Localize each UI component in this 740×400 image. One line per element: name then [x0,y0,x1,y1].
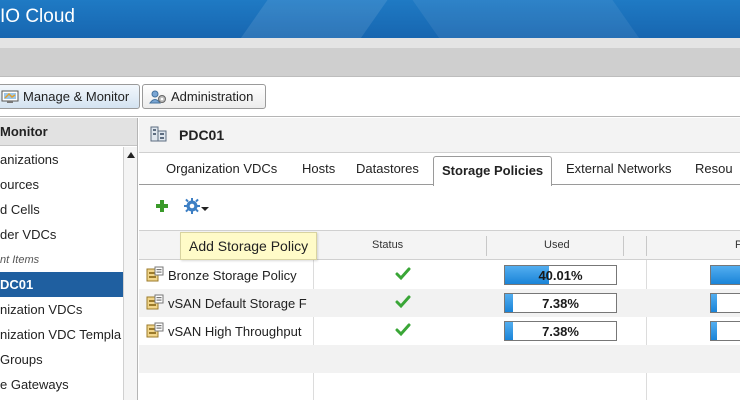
left-nav-item[interactable]: nization VDC Templa [0,322,124,347]
status-ok-icon [395,266,411,282]
app-header: IO Cloud [0,0,740,38]
chevron-down-icon [201,200,209,215]
left-nav-section-label: nt Items [0,253,40,266]
left-nav-item[interactable]: Groups [0,347,124,372]
tab-datastores[interactable]: Datastores [356,161,419,176]
left-navigation-panel: Monitor anizations ources d Cells der VD… [0,118,138,400]
add-storage-policy-button[interactable] [155,199,169,216]
column-header-status[interactable]: Status [372,239,403,251]
status-ok-icon [395,294,411,310]
header-decoration [398,0,662,38]
actions-menu-button[interactable] [183,197,209,218]
left-nav-list: anizations ources d Cells der VDCs nt It… [0,147,124,397]
left-panel-header: Monitor [0,118,137,146]
column-header-provisioned[interactable]: P [735,239,740,251]
tab-hosts[interactable]: Hosts [302,161,335,176]
used-progress-bar: 7.38% [504,321,617,341]
storage-policy-icon [146,322,164,341]
storage-policy-icon [146,266,164,285]
tab-organization-vdcs[interactable]: Organization VDCs [166,161,277,176]
policy-name-cell: Bronze Storage Policy [146,266,314,285]
policy-name-cell: vSAN High Throughput [146,322,314,341]
used-percentage: 7.38% [542,324,579,339]
provisioned-progress-fill [711,266,740,284]
column-divider [623,236,624,256]
left-nav-item[interactable]: der VDCs [0,222,124,247]
left-nav-item[interactable]: d Cells [0,197,124,222]
used-progress-bar: 40.01% [504,265,617,285]
left-panel-scrollbar[interactable]: ⁚⁚ [123,147,137,400]
header-toolbar [0,48,740,77]
provisioned-progress-fill [711,294,718,312]
provisioned-progress-bar [710,265,740,285]
main-header: PDC01 [139,118,740,153]
used-progress-bar: 7.38% [504,293,617,313]
tab-administration[interactable]: Administration [142,84,266,109]
administration-icon [149,89,167,105]
table-row[interactable]: vSAN High Throughput 7.38% [139,317,740,345]
provisioned-progress-bar [710,293,740,313]
monitor-icon [1,90,19,104]
table-row[interactable]: vSAN Default Storage F 7.38% [139,289,740,317]
tooltip: Add Storage Policy [180,232,318,260]
tab-manage-monitor-label: Manage & Monitor [23,89,130,104]
table-row[interactable]: Bronze Storage Policy 40.01% [139,261,740,289]
left-nav-item-selected[interactable]: DC01 [0,272,124,297]
left-nav-item[interactable]: ources [0,172,124,197]
left-nav-item[interactable]: nization VDCs [0,297,124,322]
table-row-empty [139,345,740,373]
policy-name: vSAN Default Storage F [168,296,307,311]
tab-external-networks[interactable]: External Networks [566,161,671,176]
header-subbar [0,38,740,48]
app-title: IO Cloud [0,6,75,27]
used-percentage: 40.01% [538,268,583,283]
toolbar [139,186,740,228]
used-percentage: 7.38% [542,296,579,311]
header-decoration [218,0,402,38]
storage-policy-icon [146,294,164,313]
column-divider [486,236,487,256]
policy-name-cell: vSAN Default Storage F [146,294,314,313]
status-ok-icon [395,322,411,338]
left-nav-item[interactable]: anizations [0,147,124,172]
provisioned-progress-bar [710,321,740,341]
sub-tab-bar: Organization VDCs Hosts Datastores Stora… [139,153,740,186]
plus-icon [155,199,169,216]
tab-administration-label: Administration [171,89,254,104]
tab-resource-pools[interactable]: Resou [695,161,733,176]
top-tab-bar: Manage & Monitor Administration [0,77,740,117]
left-nav-item[interactable]: e Gateways [0,372,124,397]
gear-icon [183,197,201,218]
column-header-used[interactable]: Used [544,239,570,251]
page-title: PDC01 [179,127,225,143]
datacenter-icon [149,124,169,147]
tab-storage-policies[interactable]: Storage Policies [433,156,553,186]
provisioned-progress-fill [711,322,718,340]
policy-name: vSAN High Throughput [168,324,302,339]
tab-manage-monitor[interactable]: Manage & Monitor [0,84,140,109]
column-divider [646,236,647,256]
policy-name: Bronze Storage Policy [168,268,297,283]
scroll-up-arrow-icon[interactable] [127,152,135,158]
